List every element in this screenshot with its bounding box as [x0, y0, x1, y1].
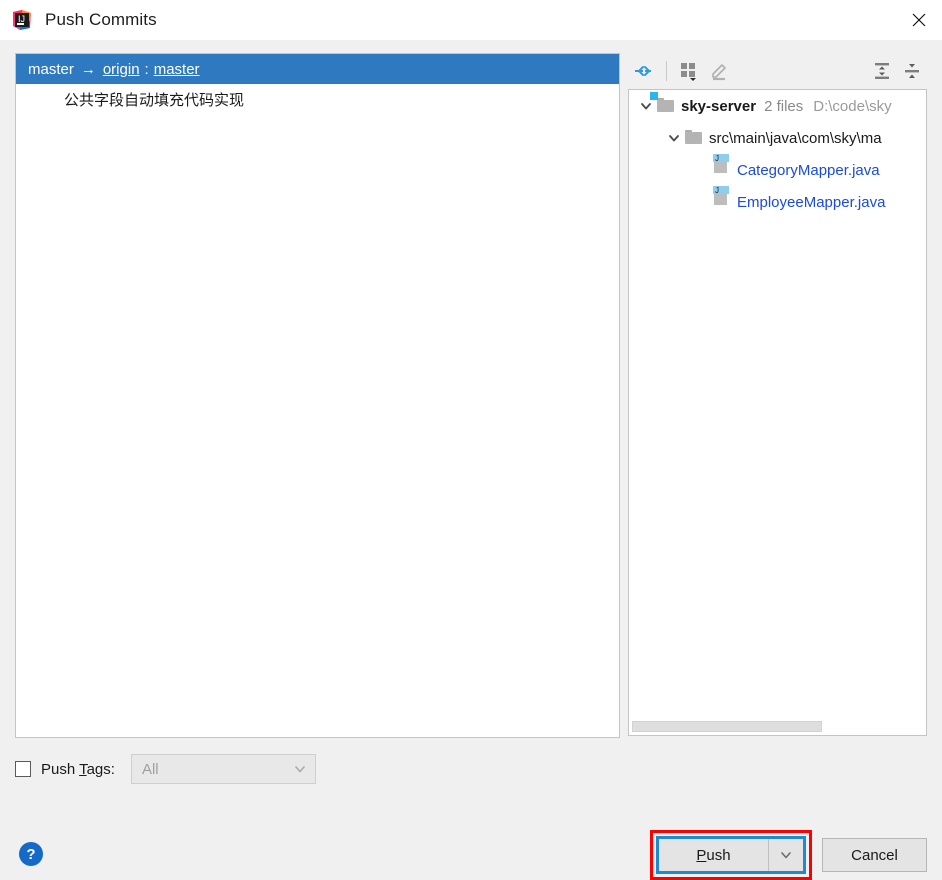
push-tags-checkbox[interactable]: [15, 761, 31, 777]
push-label-mnemonic: P: [696, 847, 706, 864]
source-branch-label: master: [28, 61, 74, 78]
collapse-all-icon[interactable]: [897, 57, 927, 85]
cancel-button[interactable]: Cancel: [822, 838, 927, 872]
folder-module-icon: [657, 98, 675, 114]
arrow-right-icon: →: [81, 61, 96, 78]
tree-row[interactable]: J EmployeeMapper.java: [629, 186, 926, 218]
push-tags-value: All: [132, 761, 285, 778]
commit-message: 公共字段自动填充代码实现: [64, 89, 244, 110]
push-tags-label-suffix: ags:: [87, 761, 115, 778]
remote-link[interactable]: origin: [103, 61, 140, 78]
push-button[interactable]: Push: [656, 836, 806, 874]
cancel-button-label: Cancel: [851, 847, 898, 864]
group-by-icon[interactable]: [675, 57, 705, 85]
help-icon[interactable]: ?: [19, 842, 43, 866]
folder-icon: [685, 130, 703, 146]
branch-push-spec-row[interactable]: master → origin : master: [16, 54, 619, 84]
java-file-icon: J: [713, 194, 731, 210]
file-name: CategoryMapper.java: [737, 162, 880, 179]
commits-list-panel[interactable]: master → origin : master 公共字段自动填充代码实现: [15, 53, 620, 738]
changed-files-tree[interactable]: sky-server 2 files D:\code\sky src\main\…: [628, 89, 927, 736]
module-name: sky-server: [681, 98, 756, 115]
dialog-content: master → origin : master 公共字段自动填充代码实现: [0, 40, 942, 844]
chevron-down-icon[interactable]: [285, 762, 315, 776]
close-icon[interactable]: [896, 0, 942, 40]
module-path: D:\code\sky: [813, 98, 891, 115]
title-bar: IJ Push Commits: [0, 0, 942, 40]
edit-source-icon[interactable]: [705, 57, 735, 85]
tree-row[interactable]: J CategoryMapper.java: [629, 154, 926, 186]
push-label-suffix: ush: [706, 847, 730, 864]
scrollbar-thumb[interactable]: [632, 721, 822, 732]
push-tags-label: Push Tags:: [41, 761, 115, 778]
push-tags-label-prefix: Push: [41, 761, 79, 778]
intellij-idea-logo-icon: IJ: [11, 9, 33, 31]
window-title: Push Commits: [45, 10, 157, 30]
tree-row[interactable]: src\main\java\com\sky\ma: [629, 122, 926, 154]
expand-all-icon[interactable]: [867, 57, 897, 85]
help-glyph: ?: [26, 846, 35, 863]
branch-separator: :: [145, 61, 149, 78]
push-tags-label-mnemonic: T: [79, 761, 87, 778]
directory-name: src\main\java\com\sky\ma: [709, 130, 882, 147]
push-tags-row: Push Tags: All: [15, 754, 316, 784]
target-branch-link[interactable]: master: [154, 61, 200, 78]
tree-row[interactable]: sky-server 2 files D:\code\sky: [629, 90, 926, 122]
file-name: EmployeeMapper.java: [737, 194, 885, 211]
java-file-icon: J: [713, 162, 731, 178]
file-count: 2 files: [764, 98, 803, 115]
files-toolbar: [628, 53, 927, 89]
chevron-down-icon[interactable]: [663, 132, 685, 144]
commit-row[interactable]: 公共字段自动填充代码实现: [16, 84, 619, 114]
toolbar-divider: [666, 61, 667, 81]
push-tags-combobox[interactable]: All: [131, 754, 316, 784]
chevron-down-icon[interactable]: [635, 100, 657, 112]
show-diff-icon[interactable]: [628, 57, 658, 85]
changed-files-region: sky-server 2 files D:\code\sky src\main\…: [628, 53, 927, 736]
svg-text:IJ: IJ: [18, 14, 25, 24]
horizontal-scrollbar[interactable]: [630, 719, 926, 734]
